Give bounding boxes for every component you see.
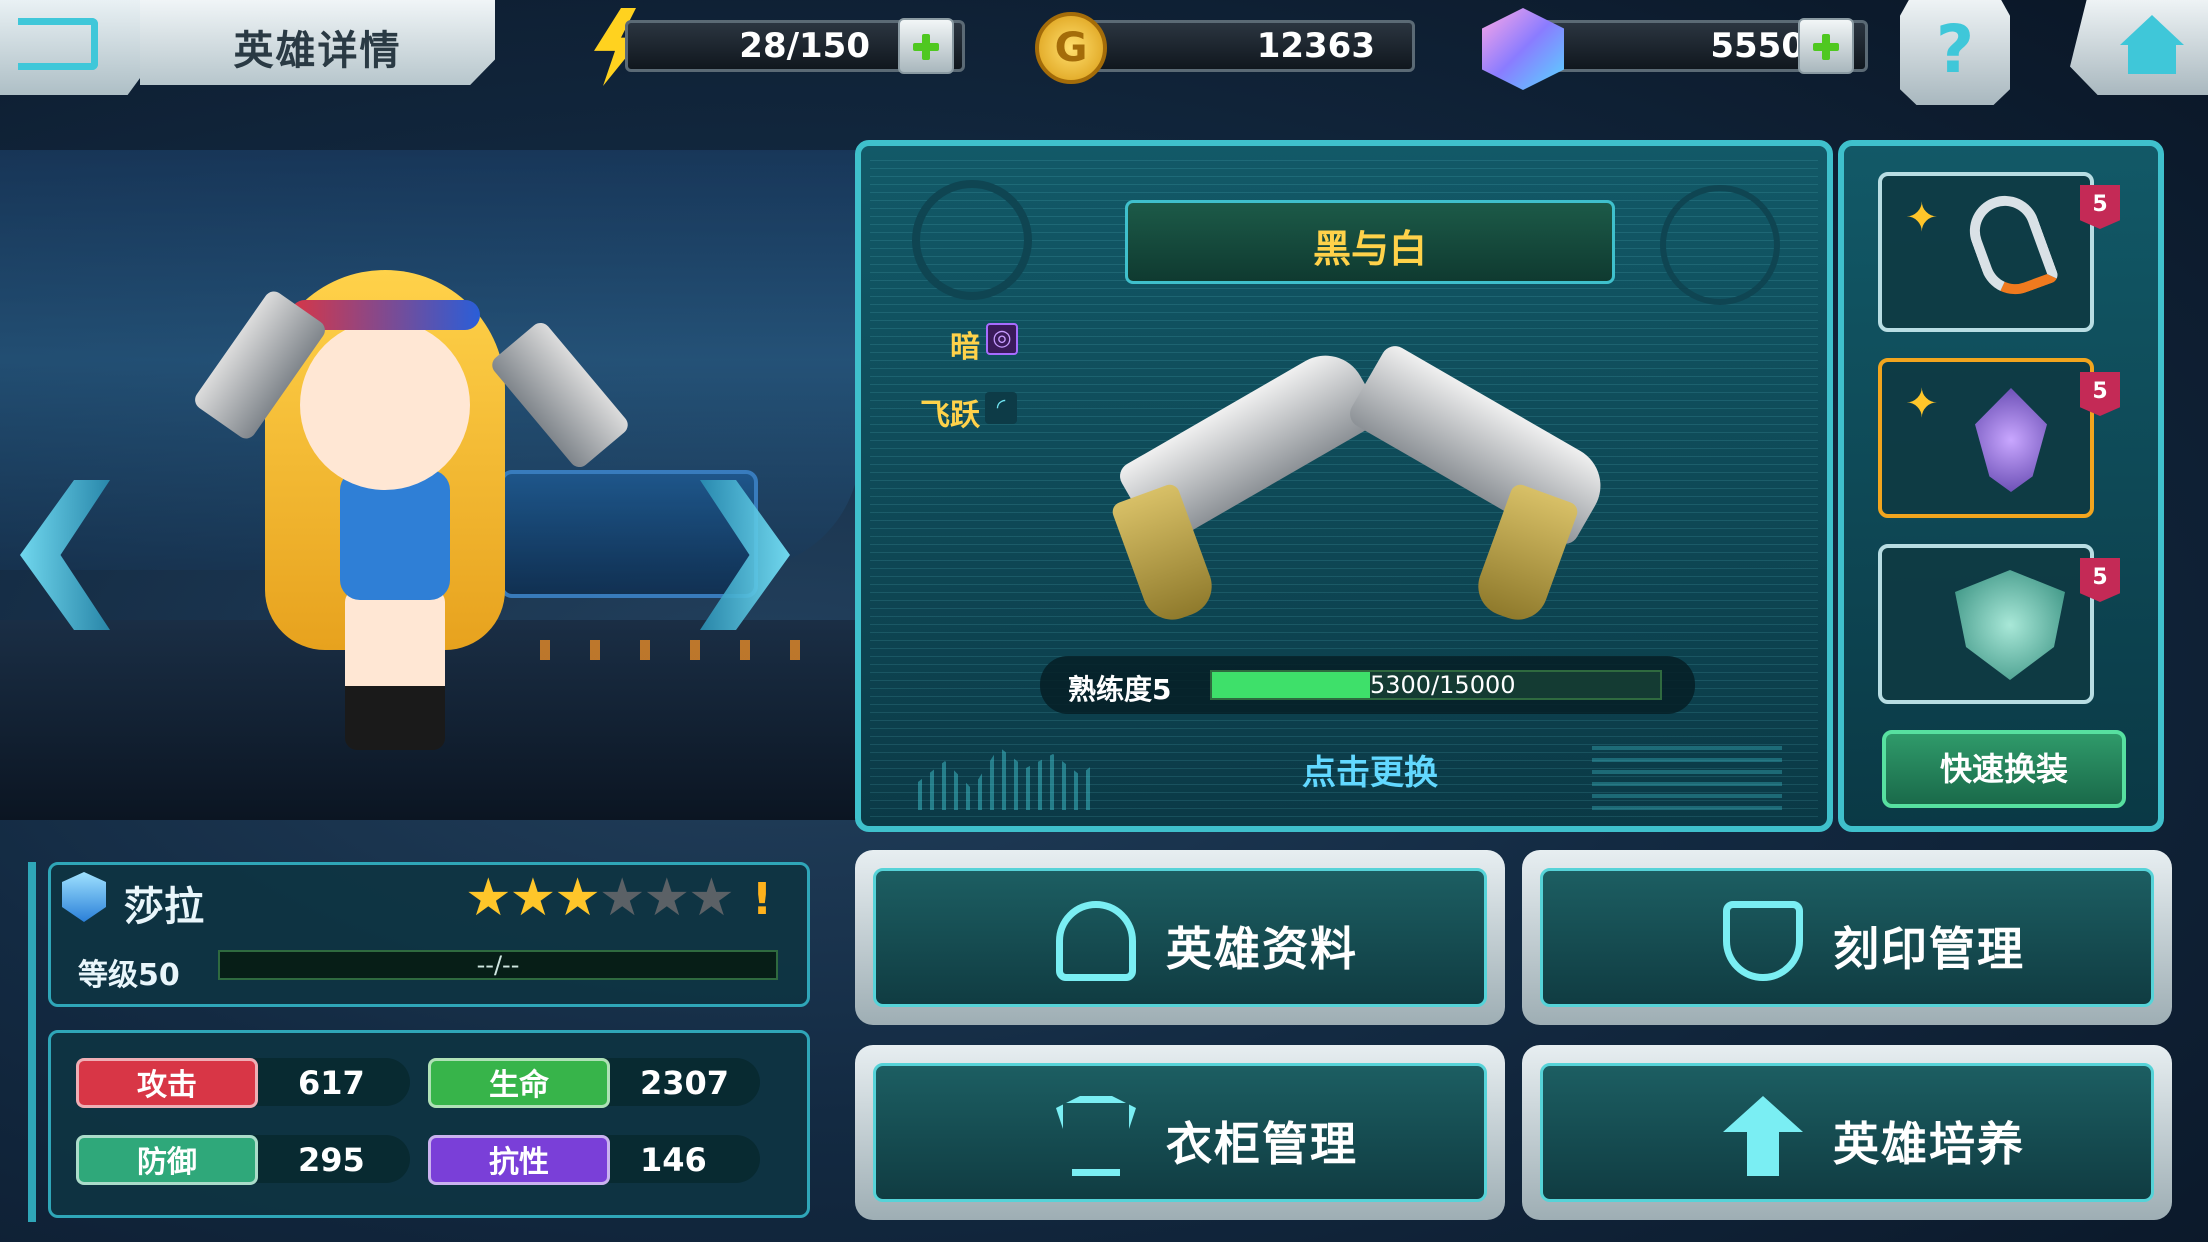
slot-level-badge: 5 <box>2080 185 2120 229</box>
star-icon: ★ <box>554 868 601 928</box>
person-icon <box>1056 901 1136 981</box>
imprint-icon <box>1723 901 1803 981</box>
training-button[interactable]: 英雄培养 <box>1522 1045 2172 1220</box>
resist-label: 抗性 <box>428 1135 610 1185</box>
wardrobe-label: 衣柜管理 <box>1166 1117 1358 1171</box>
back-button[interactable] <box>0 0 145 95</box>
proficiency-label: 熟练度5 <box>1068 673 1172 706</box>
hp-value: 2307 <box>640 1064 730 1102</box>
hero-portrait-legs <box>345 590 445 750</box>
star-empty-icon: ★ <box>598 868 646 928</box>
hero-info-label: 英雄资料 <box>1166 922 1358 976</box>
hero-level: 等级50 <box>78 958 180 993</box>
lines-decoration <box>1592 740 1782 810</box>
shirt-icon <box>1056 1096 1136 1176</box>
hero-portrait-head <box>300 320 470 490</box>
star-empty-icon: ★ <box>688 868 735 928</box>
background-lights <box>540 640 840 660</box>
dark-swirl-icon: ◎ <box>986 323 1018 355</box>
slot-level-badge: 5 <box>2080 372 2120 416</box>
home-button[interactable] <box>2070 0 2208 95</box>
weapon-skill-label: 飞跃 <box>920 398 980 433</box>
energy-value: 28/150 <box>739 26 870 66</box>
add-energy-button[interactable] <box>898 18 954 74</box>
attack-label: 攻击 <box>76 1058 258 1108</box>
reticle-icon <box>912 180 1032 300</box>
quick-change-button[interactable]: 快速换装 <box>1882 730 2126 808</box>
level-progress-text: --/-- <box>476 951 520 979</box>
hero-portrait-body <box>340 470 450 600</box>
gems-value: 5550 <box>1710 26 1805 66</box>
proficiency-fill <box>1212 672 1370 698</box>
leap-icon: ◜ <box>985 392 1017 424</box>
hero-info-button[interactable]: 英雄资料 <box>855 850 1505 1025</box>
imprint-label: 刻印管理 <box>1833 922 2025 976</box>
proficiency-text: 5300/15000 <box>1370 671 1516 699</box>
wardrobe-button[interactable]: 衣柜管理 <box>855 1045 1505 1220</box>
star-icon: ★ <box>509 868 557 928</box>
change-weapon-button[interactable]: 点击更换 <box>1260 745 1480 794</box>
gold-value: 12363 <box>1256 26 1375 66</box>
slot-level-badge: 5 <box>2080 558 2120 602</box>
star-icon: ✦ <box>1905 381 1939 427</box>
defense-value: 295 <box>298 1141 365 1179</box>
panel-rail <box>28 862 36 1222</box>
hero-name: 莎拉 <box>124 884 204 930</box>
alert-icon[interactable]: ! <box>752 874 772 925</box>
star-rating: ★★★★★★ <box>465 868 735 928</box>
defense-label: 防御 <box>76 1135 258 1185</box>
back-arrow-icon <box>18 18 98 70</box>
add-gems-button[interactable] <box>1798 18 1854 74</box>
resist-value: 146 <box>640 1141 707 1179</box>
weapon-name: 黑与白 <box>1312 227 1427 271</box>
star-icon: ★ <box>465 868 512 928</box>
star-empty-icon: ★ <box>643 868 691 928</box>
training-label: 英雄培养 <box>1833 1117 2025 1171</box>
attack-value: 617 <box>298 1064 365 1102</box>
hp-label: 生命 <box>428 1058 610 1108</box>
page-title: 英雄详情 <box>233 28 402 74</box>
imprint-button[interactable]: 刻印管理 <box>1522 850 2172 1025</box>
home-icon <box>2120 15 2184 45</box>
weapon-element-label: 暗 <box>950 330 980 365</box>
star-icon: ✦ <box>1905 195 1939 241</box>
radar-icon <box>1660 185 1780 305</box>
upgrade-icon <box>1723 1096 1803 1176</box>
gold-coin-icon: G <box>1035 12 1107 84</box>
help-button[interactable]: ? <box>1900 0 2010 105</box>
